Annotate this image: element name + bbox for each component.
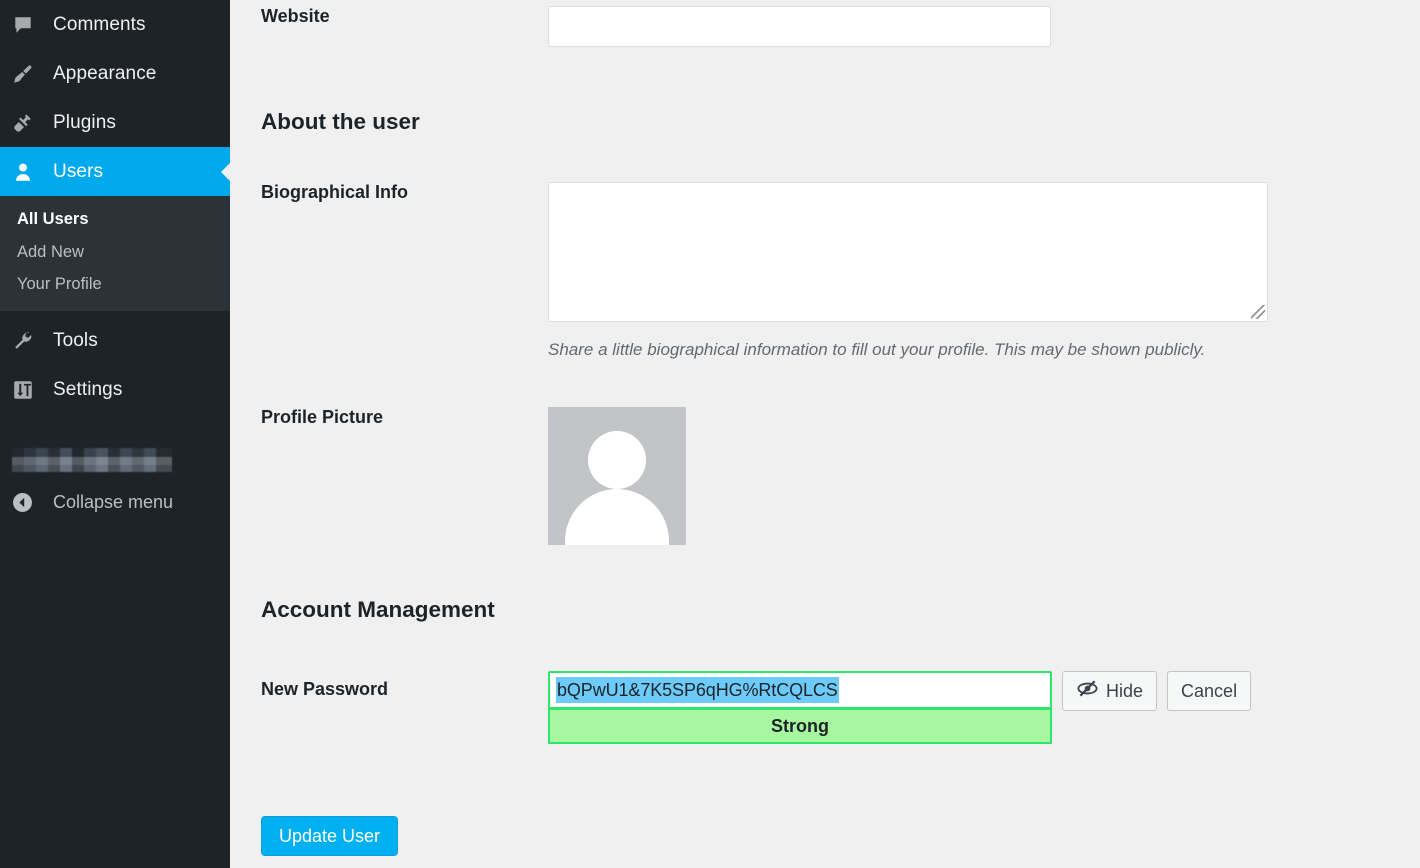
wp-admin-screen: Comments Appearance Plugins Users All Us… — [0, 0, 1420, 868]
new-password-input[interactable]: bQPwU1&7K5SP6qHG%RtCQLCS — [548, 671, 1052, 709]
sidebar-item-settings[interactable]: Settings — [0, 366, 230, 415]
hide-password-label: Hide — [1106, 680, 1144, 701]
new-password-value: bQPwU1&7K5SP6qHG%RtCQLCS — [556, 677, 839, 703]
collapse-menu-button[interactable]: Collapse menu — [0, 483, 230, 523]
submenu-item-your-profile[interactable]: Your Profile — [0, 268, 230, 301]
wrench-icon — [12, 330, 44, 352]
collapse-left-icon — [12, 492, 44, 513]
section-title-account-management: Account Management — [261, 597, 495, 622]
submit-row: Update User — [230, 744, 1420, 856]
website-field-wrap — [548, 6, 1420, 47]
section-title-about: About the user — [261, 109, 420, 134]
paintbrush-icon — [12, 63, 44, 85]
account-management-section: Account Management — [230, 545, 1420, 623]
new-password-field-wrap: bQPwU1&7K5SP6qHG%RtCQLCS Strong Hide Can… — [548, 671, 1420, 744]
field-row-profile-picture: Profile Picture — [230, 360, 1420, 545]
sidebar-item-comments[interactable]: Comments — [0, 0, 230, 49]
sidebar-item-plugins[interactable]: Plugins — [0, 98, 230, 147]
profile-form: Website About the user Biographical Info… — [230, 0, 1420, 868]
sidebar-item-redacted[interactable] — [0, 437, 230, 483]
cancel-password-label: Cancel — [1181, 680, 1238, 701]
sidebar-item-users[interactable]: Users — [0, 147, 230, 196]
sidebar-item-tools[interactable]: Tools — [0, 317, 230, 366]
update-user-button[interactable]: Update User — [261, 816, 399, 856]
website-input[interactable] — [548, 6, 1051, 47]
sidebar-item-appearance[interactable]: Appearance — [0, 49, 230, 98]
biographical-info-textarea[interactable] — [548, 182, 1268, 322]
users-submenu: All Users Add New Your Profile — [0, 196, 230, 311]
profile-picture-label: Profile Picture — [261, 407, 384, 427]
sidebar-item-label: Settings — [53, 379, 123, 400]
plug-icon — [12, 112, 44, 134]
avatar-body — [565, 489, 669, 545]
sidebar-item-label: Users — [53, 160, 104, 182]
submenu-item-all-users[interactable]: All Users — [0, 203, 230, 236]
biographical-info-field-wrap: Share a little biographical information … — [548, 182, 1420, 360]
password-strength-indicator: Strong — [548, 708, 1052, 744]
hide-password-button[interactable]: Hide — [1062, 671, 1158, 711]
sidebar-item-label: Comments — [53, 13, 146, 35]
password-control: bQPwU1&7K5SP6qHG%RtCQLCS Strong — [548, 671, 1052, 744]
textarea-resize-handle[interactable] — [1251, 305, 1265, 319]
admin-sidebar: Comments Appearance Plugins Users All Us… — [0, 0, 230, 868]
about-the-user-section: About the user — [230, 47, 1420, 135]
sliders-icon — [12, 379, 44, 401]
comments-icon — [12, 14, 44, 36]
submenu-item-add-new[interactable]: Add New — [0, 236, 230, 269]
sidebar-item-label: Plugins — [53, 111, 117, 133]
collapse-menu-label: Collapse menu — [53, 492, 174, 512]
new-password-label: New Password — [261, 679, 389, 699]
field-row-biographical-info: Biographical Info Share a little biograp… — [230, 135, 1420, 360]
profile-picture-field-wrap — [548, 407, 1420, 545]
field-row-website: Website — [230, 0, 1420, 47]
avatar-head — [588, 431, 646, 489]
cancel-password-button[interactable]: Cancel — [1167, 671, 1252, 711]
avatar — [548, 407, 686, 545]
user-icon — [12, 161, 44, 183]
sidebar-item-label: Tools — [53, 330, 98, 351]
website-label: Website — [261, 6, 330, 26]
biographical-info-help: Share a little biographical information … — [548, 340, 1206, 359]
field-row-new-password: New Password bQPwU1&7K5SP6qHG%RtCQLCS St… — [230, 623, 1420, 744]
eye-slash-icon — [1076, 679, 1099, 703]
redacted-label — [12, 447, 172, 472]
biographical-info-label: Biographical Info — [261, 182, 409, 202]
sidebar-item-label: Appearance — [53, 62, 157, 84]
